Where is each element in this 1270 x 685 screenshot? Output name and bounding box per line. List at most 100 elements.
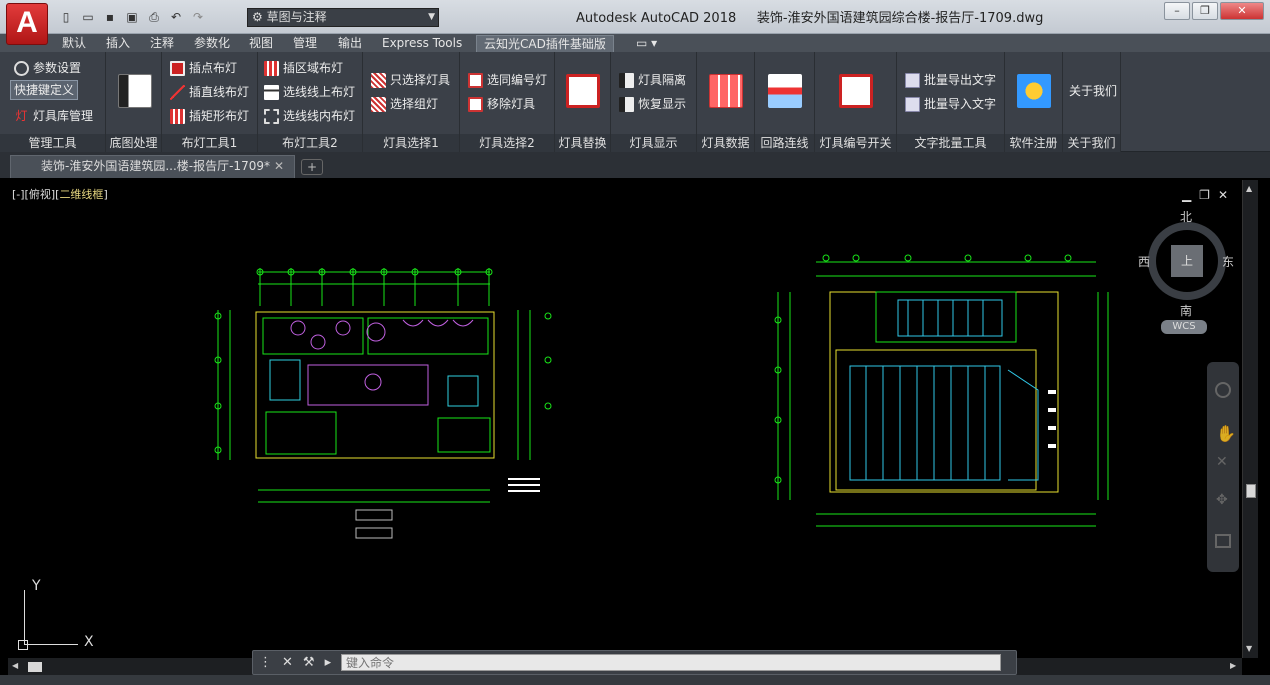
scroll-right-icon[interactable]: ▶ xyxy=(1230,661,1236,670)
scroll-down-icon[interactable]: ▼ xyxy=(1246,644,1252,653)
horizontal-scroll-thumb[interactable] xyxy=(28,662,42,672)
replace-icon[interactable] xyxy=(566,74,600,108)
rect-lamp-button[interactable]: 插矩形布灯 xyxy=(170,106,249,126)
scroll-left-icon[interactable]: ◀ xyxy=(12,661,18,670)
close-icon[interactable]: ✕ xyxy=(274,156,284,177)
wcs-menu[interactable]: WCS xyxy=(1161,320,1207,334)
close-icon[interactable]: ✕ xyxy=(282,651,293,674)
isolate-lamp-button[interactable]: 灯具隔离 xyxy=(619,70,686,90)
workspace-selector[interactable]: ⚙ 草图与注释 ▼ xyxy=(247,8,439,27)
numbering-icon[interactable] xyxy=(839,74,873,108)
export-text-button[interactable]: 批量导出文字 xyxy=(905,70,996,90)
same-number-label: 选同编号灯 xyxy=(487,73,548,87)
navigation-bar[interactable]: ✋ ✕ ✥ xyxy=(1207,362,1239,572)
tab-annotate[interactable]: 注释 xyxy=(150,35,174,52)
lamp-library-label: 灯具库管理 xyxy=(33,109,94,123)
tab-express-tools[interactable]: Express Tools xyxy=(382,35,462,52)
orbit-icon[interactable]: ✥ xyxy=(1216,492,1228,508)
showmotion-icon[interactable] xyxy=(1215,534,1231,548)
select-group-lamp-button[interactable]: 选择组灯 xyxy=(371,94,438,114)
compass-east[interactable]: 东 xyxy=(1222,253,1234,270)
compass-west[interactable]: 西 xyxy=(1138,253,1150,270)
panel-toggle-icon[interactable]: ▭ ▾ xyxy=(636,35,657,52)
print-icon[interactable]: ⎙ xyxy=(144,8,164,26)
application-menu-button[interactable]: A xyxy=(6,3,48,45)
in-line-lamp-label: 选线线内布灯 xyxy=(283,109,356,123)
table-icon[interactable] xyxy=(709,74,743,108)
ribbon-tab-bar: 默认 插入 注释 参数化 视图 管理 输出 Express Tools 云知光C… xyxy=(0,34,1270,52)
furniture-left xyxy=(290,319,474,391)
undo-icon[interactable]: ↶ xyxy=(166,8,186,26)
same-number-button[interactable]: 选同编号灯 xyxy=(468,70,547,90)
title-bar: A ▯ ▭ ▪ ▣ ⎙ ↶ ↷ ⚙ 草图与注释 ▼ Autodesk AutoCA… xyxy=(0,0,1270,45)
in-line-lamp-button[interactable]: 选线线内布灯 xyxy=(264,106,355,126)
area-lamp-button[interactable]: 插区域布灯 xyxy=(264,58,343,78)
about-us-button[interactable]: 关于我们 xyxy=(1069,82,1117,99)
drawing-canvas[interactable]: [-][俯视][二维线框] ▁ ❐ ✕ Y X 上 北 南 西 东 WCS xyxy=(8,180,1242,658)
tab-output[interactable]: 输出 xyxy=(338,35,362,52)
steering-wheel-icon[interactable] xyxy=(1215,382,1231,398)
isolate-icon xyxy=(619,72,634,88)
close-button[interactable]: ✕ xyxy=(1220,2,1264,20)
tab-plugin[interactable]: 云知光CAD插件基础版 xyxy=(476,35,614,52)
circuit-icon[interactable] xyxy=(768,74,802,108)
tab-insert[interactable]: 插入 xyxy=(106,35,130,52)
tab-parametric[interactable]: 参数化 xyxy=(194,35,230,52)
compass-south[interactable]: 南 xyxy=(1180,302,1192,319)
area-lamp-label: 插区域布灯 xyxy=(283,61,344,75)
restore-display-button[interactable]: 恢复显示 xyxy=(619,94,686,114)
restore-display-label: 恢复显示 xyxy=(638,97,687,111)
tab-default[interactable]: 默认 xyxy=(62,35,86,52)
rect-lamp-label: 插矩形布灯 xyxy=(189,109,250,123)
maximize-button[interactable]: ❐ xyxy=(1192,2,1218,20)
scroll-up-icon[interactable]: ▲ xyxy=(1246,184,1252,193)
save-icon[interactable]: ▪ xyxy=(100,8,120,26)
viewcube[interactable]: 上 北 南 西 东 xyxy=(1138,210,1234,318)
compass-north[interactable]: 北 xyxy=(1180,208,1192,225)
export-text-label: 批量导出文字 xyxy=(924,73,997,87)
new-icon[interactable]: ▯ xyxy=(56,8,76,26)
panel-title: 灯具编号开关 xyxy=(815,134,896,152)
command-input[interactable] xyxy=(341,654,1001,671)
line-lamp-button[interactable]: 插直线布灯 xyxy=(170,82,249,102)
viewcube-top-face[interactable]: 上 xyxy=(1171,245,1203,277)
window-title: Autodesk AutoCAD 2018 装饰-淮安外国语建筑园综合楼-报告厅… xyxy=(576,7,1043,26)
in-line-lamp-icon xyxy=(264,108,279,124)
document-tab[interactable]: 装饰-淮安外国语建筑园...楼-报告厅-1709* ✕ xyxy=(10,155,295,178)
tab-manage[interactable]: 管理 xyxy=(293,35,317,52)
redo-icon[interactable]: ↷ xyxy=(188,8,208,26)
lamp-library-button[interactable]: 灯灯具库管理 xyxy=(14,106,93,126)
panel-preprocess: 底图处理 xyxy=(106,52,162,152)
lock-icon[interactable] xyxy=(1017,74,1051,108)
point-lamp-button[interactable]: 插点布灯 xyxy=(170,58,237,78)
on-line-lamp-icon xyxy=(264,84,279,100)
command-prompt-icon[interactable]: ▸ xyxy=(325,651,332,674)
tab-view[interactable]: 视图 xyxy=(249,35,273,52)
wrench-icon[interactable]: ⚒ xyxy=(303,651,315,674)
import-text-button[interactable]: 批量导入文字 xyxy=(905,94,996,114)
base-map-icon[interactable] xyxy=(118,74,152,108)
minimize-button[interactable]: – xyxy=(1164,2,1190,20)
workspace-name: 草图与注释 xyxy=(266,10,327,24)
grip-icon[interactable]: ⋮ xyxy=(259,651,272,674)
pan-icon[interactable]: ✋ xyxy=(1216,424,1236,443)
gear-icon: ⚙ xyxy=(252,10,263,24)
remove-lamp-button[interactable]: 移除灯具 xyxy=(468,94,535,114)
zoom-icon[interactable]: ✕ xyxy=(1216,454,1228,470)
remove-lamp-icon xyxy=(468,96,483,112)
line-lamp-icon xyxy=(170,84,185,100)
stamp-left xyxy=(355,509,393,539)
panel-lamp-select-1: 只选择灯具 选择组灯 灯具选择1 xyxy=(363,52,460,152)
settings-button[interactable]: 参数设置 xyxy=(14,58,81,78)
on-line-lamp-button[interactable]: 选线线上布灯 xyxy=(264,82,355,102)
select-lamp-only-button[interactable]: 只选择灯具 xyxy=(371,70,450,90)
line-lamp-label: 插直线布灯 xyxy=(189,85,250,99)
open-icon[interactable]: ▭ xyxy=(78,8,98,26)
point-lamp-label: 插点布灯 xyxy=(189,61,238,75)
save-as-icon[interactable]: ▣ xyxy=(122,8,142,26)
vertical-scroll-thumb[interactable] xyxy=(1246,484,1256,498)
new-tab-button[interactable]: + xyxy=(301,159,323,175)
shortcut-button[interactable]: 快捷键定义 xyxy=(10,80,79,100)
vertical-scrollbar[interactable]: ▲ ▼ xyxy=(1242,180,1258,658)
point-lamp-icon xyxy=(170,60,185,76)
